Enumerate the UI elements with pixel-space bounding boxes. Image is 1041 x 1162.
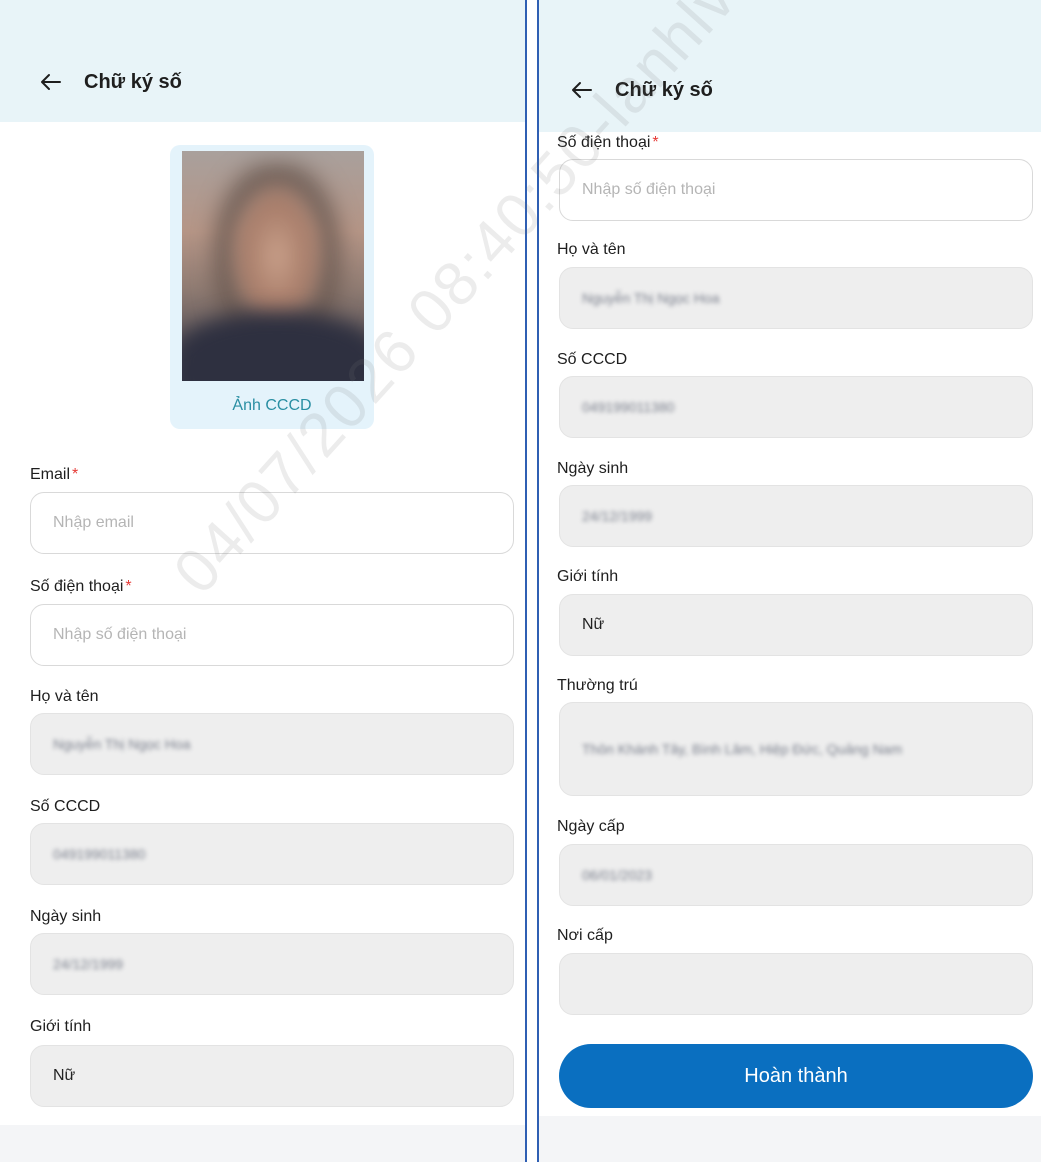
id-number-value: 049199011380 (53, 846, 146, 862)
required-mark: * (72, 466, 79, 483)
id-number-field: 049199011380 (30, 823, 514, 885)
issue-place-field (559, 953, 1033, 1015)
back-arrow-icon[interactable] (38, 69, 64, 95)
birth-date-value: 24/12/1999 (582, 508, 653, 524)
residence-field: Thôn Khánh Tây, Bình Lâm, Hiệp Đức, Quản… (559, 702, 1033, 796)
bottom-area (539, 1116, 1041, 1162)
full-name-label: Họ và tên (30, 688, 99, 705)
issue-date-field: 06/01/2023 (559, 844, 1033, 906)
birth-date-label: Ngày sinh (30, 908, 102, 925)
phone-placeholder: Nhập số điện thoại (582, 181, 716, 198)
birth-date-field: 24/12/1999 (30, 933, 514, 995)
id-photo (182, 151, 364, 381)
email-field[interactable]: Nhập email (30, 492, 514, 554)
page-title: Chữ ký số (615, 78, 713, 101)
id-number-field: 049199011380 (559, 376, 1033, 438)
phone-field[interactable]: Nhập số điện thoại (30, 604, 514, 666)
complete-button[interactable]: Hoàn thành (559, 1044, 1033, 1108)
birth-date-value: 24/12/1999 (53, 956, 124, 972)
gender-field: Nữ (559, 594, 1033, 656)
id-number-label: Số CCCD (557, 351, 628, 368)
screen-left: Chữ ký số Ảnh CCCD Email * Nhập email Số … (0, 0, 527, 1162)
residence-value: Thôn Khánh Tây, Bình Lâm, Hiệp Đức, Quản… (582, 741, 903, 757)
birth-date-field: 24/12/1999 (559, 485, 1033, 547)
page-title: Chữ ký số (84, 70, 182, 93)
app-bar: Chữ ký số (539, 0, 1041, 132)
gender-field: Nữ (30, 1045, 514, 1107)
email-placeholder: Nhập email (53, 514, 134, 531)
email-label: Email * (30, 466, 79, 483)
phone-placeholder: Nhập số điện thoại (53, 626, 187, 643)
phone-label: Số điện thoại * (557, 134, 659, 151)
required-mark: * (125, 578, 132, 595)
residence-label: Thường trú (557, 677, 638, 694)
full-name-label: Họ và tên (557, 241, 626, 258)
id-photo-caption: Ảnh CCCD (232, 397, 312, 414)
full-name-value: Nguyễn Thị Ngọc Hoa (53, 736, 191, 752)
id-number-label: Số CCCD (30, 798, 101, 815)
gender-value: Nữ (582, 616, 605, 633)
id-photo-card[interactable]: Ảnh CCCD (170, 145, 374, 429)
full-name-value: Nguyễn Thị Ngọc Hoa (582, 290, 720, 306)
full-name-field: Nguyễn Thị Ngọc Hoa (559, 267, 1033, 329)
back-arrow-icon[interactable] (569, 77, 595, 103)
full-name-field: Nguyễn Thị Ngọc Hoa (30, 713, 514, 775)
app-bar: Chữ ký số (0, 0, 525, 122)
screen-right: Chữ ký số Số điện thoại * Nhập số điện th… (537, 0, 1041, 1162)
issue-date-label: Ngày cấp (557, 818, 625, 835)
bottom-area (0, 1125, 525, 1162)
gender-label: Giới tính (30, 1018, 92, 1035)
gender-value: Nữ (53, 1067, 76, 1084)
issue-date-value: 06/01/2023 (582, 867, 653, 883)
birth-date-label: Ngày sinh (557, 460, 629, 477)
required-mark: * (652, 134, 659, 151)
gender-label: Giới tính (557, 568, 619, 585)
issue-place-label: Nơi cấp (557, 927, 613, 944)
id-number-value: 049199011380 (582, 399, 675, 415)
phone-label: Số điện thoại * (30, 578, 132, 595)
phone-field[interactable]: Nhập số điện thoại (559, 159, 1033, 221)
